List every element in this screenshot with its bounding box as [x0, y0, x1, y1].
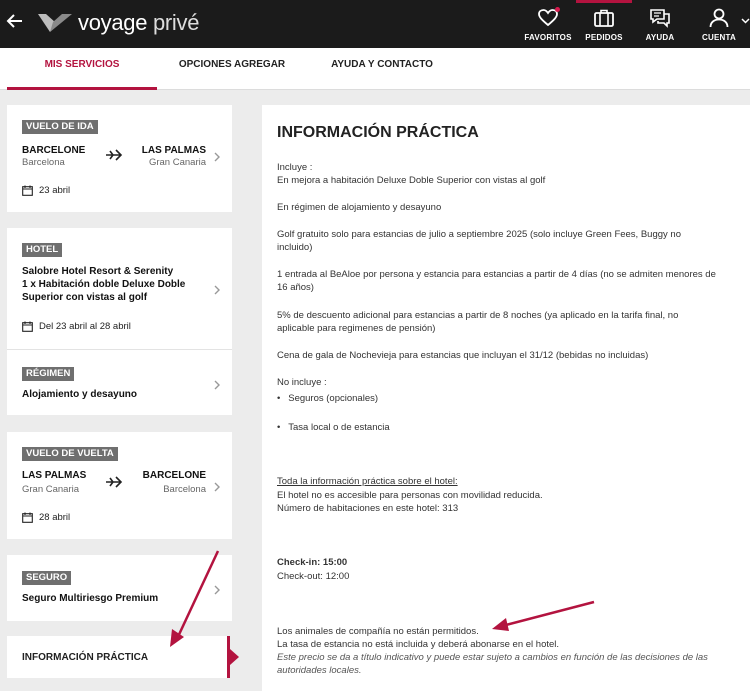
to-sub: Barcelona: [163, 484, 206, 495]
include-item: 1 entrada al BeAloe por persona y estanc…: [277, 269, 716, 280]
info-tab-label: INFORMACIÓN PRÁCTICA: [22, 652, 149, 663]
user-icon: [707, 7, 731, 29]
include-item: 5% de descuento adicional para estancias…: [277, 310, 679, 321]
tab-opciones-agregar[interactable]: OPCIONES AGREGAR: [157, 48, 307, 90]
excludes-label: No incluye :: [277, 377, 327, 388]
nav-pedidos[interactable]: PEDIDOS: [576, 0, 632, 48]
notification-dot: [555, 7, 560, 12]
logo[interactable]: voyage privé: [36, 9, 199, 37]
hotel-info-line: El hotel no es accesible para personas c…: [277, 490, 543, 501]
includes-label: Incluye :: [277, 162, 313, 173]
tab-bar: MIS SERVICIOS OPCIONES AGREGAR AYUDA Y C…: [0, 48, 750, 90]
badge: VUELO DE VUELTA: [22, 447, 118, 461]
calendar-icon: [22, 321, 33, 332]
logo-word-light: privé: [147, 10, 200, 35]
checkout: Check-out: 12:00: [277, 571, 350, 582]
annotation-arrow-left: [170, 550, 220, 647]
include-item: Golf gratuito solo para estancias de jul…: [277, 229, 681, 240]
include-item: Cena de gala de Nochevieja para estancia…: [277, 350, 649, 361]
chevron-right-icon: [214, 480, 221, 495]
nav-ayuda[interactable]: AYUDA: [632, 0, 688, 48]
badge: HOTEL: [22, 243, 63, 257]
exclude-text: Tasa local o de estancia: [288, 422, 390, 433]
nav-label: PEDIDOS: [585, 33, 623, 42]
nav-label: AYUDA: [645, 33, 675, 42]
chevron-down-icon: [741, 16, 750, 27]
from-city: LAS PALMAS: [22, 470, 87, 481]
from-sub: Barcelona: [22, 157, 65, 168]
include-item-cont: incluido): [277, 242, 313, 253]
to-city: BARCELONE: [142, 470, 206, 481]
top-bar: voyage privé FAVORITOS PEDIDOS AYUDA CUE…: [0, 0, 750, 48]
hotel-info-line: Número de habitaciones en este hotel: 31…: [277, 503, 459, 514]
badge: SEGURO: [22, 571, 72, 585]
room-type-1: 1 x Habitación doble Deluxe Doble: [22, 279, 186, 290]
date-row: Del 23 abril al 28 abril: [22, 321, 131, 332]
flight-back-date: 28 abril: [39, 512, 71, 523]
include-item: En régimen de alojamiento y desayuno: [277, 202, 442, 213]
nav-label: CUENTA: [702, 33, 736, 42]
flight-out-date: 23 abril: [39, 185, 71, 196]
hotel-card[interactable]: HOTEL Salobre Hotel Resort & Serenity 1 …: [7, 228, 232, 415]
flight-back-card[interactable]: VUELO DE VUELTA LAS PALMAS Gran Canaria …: [7, 432, 232, 539]
include-item-cont: 16 años): [277, 282, 314, 293]
tab-mis-servicios[interactable]: MIS SERVICIOS: [7, 48, 157, 90]
badge: VUELO DE IDA: [22, 120, 98, 134]
date-row: 23 abril: [22, 185, 70, 196]
logo-word-bold: voyage: [78, 10, 148, 35]
suitcase-icon: [592, 7, 616, 29]
divider: [7, 349, 232, 350]
nav-favoritos[interactable]: FAVORITOS: [520, 0, 576, 48]
from-sub: Gran Canaria: [22, 484, 80, 495]
chat-icon: [648, 7, 672, 29]
exclude-text: Seguros (opcionales): [288, 393, 379, 404]
checkin: Check-in: 15:00: [277, 557, 348, 568]
annotation-arrow-right: [492, 600, 595, 631]
chevron-right-icon: [214, 378, 221, 393]
to-sub: Gran Canaria: [148, 157, 206, 168]
arrow-left-icon[interactable]: [6, 12, 26, 34]
tab-ayuda-contacto[interactable]: AYUDA Y CONTACTO: [307, 48, 457, 90]
exclude-item: • Tasa local o de estancia: [277, 422, 390, 433]
logo-mark-icon: [38, 14, 72, 32]
include-item-cont: aplicable para regimenes de pensión): [277, 323, 436, 334]
flight-out-card[interactable]: VUELO DE IDA BARCELONE Barcelona LAS PAL…: [7, 105, 232, 212]
disclaimer-cont: autoridades locales.: [277, 665, 362, 676]
badge: RÉGIMEN: [22, 367, 75, 381]
chevron-right-icon: [214, 283, 221, 298]
nav-cuenta[interactable]: CUENTA: [688, 0, 750, 48]
heart-icon: [536, 7, 560, 29]
panel-title: INFORMACIÓN PRÁCTICA: [277, 124, 479, 141]
calendar-icon: [22, 512, 33, 523]
disclaimer: Este precio se da a título indicativo y …: [277, 652, 708, 663]
include-item: En mejora a habitación Deluxe Doble Supe…: [277, 175, 546, 186]
nav-label: FAVORITOS: [524, 33, 572, 42]
date-row: 28 abril: [22, 512, 70, 523]
hotel-info-title: Toda la información práctica sobre el ho…: [277, 476, 458, 487]
from-city: BARCELONE: [22, 145, 86, 156]
insurance-value: Seguro Multiriesgo Premium: [22, 593, 159, 604]
hotel-name: Salobre Hotel Resort & Serenity: [22, 266, 174, 277]
room-type-2: Superior con vistas al golf: [22, 292, 148, 303]
exclude-item: • Seguros (opcionales): [277, 393, 379, 404]
hotel-dates: Del 23 abril al 28 abril: [39, 321, 131, 332]
to-city: LAS PALMAS: [141, 145, 206, 156]
chevron-right-icon: [214, 150, 221, 165]
active-pointer-icon: [230, 649, 239, 665]
calendar-icon: [22, 185, 33, 196]
plane-icon: [105, 147, 123, 166]
tax-note: La tasa de estancia no está incluida y d…: [277, 639, 560, 650]
plane-icon: [105, 474, 123, 493]
regimen-value: Alojamiento y desayuno: [22, 389, 138, 400]
